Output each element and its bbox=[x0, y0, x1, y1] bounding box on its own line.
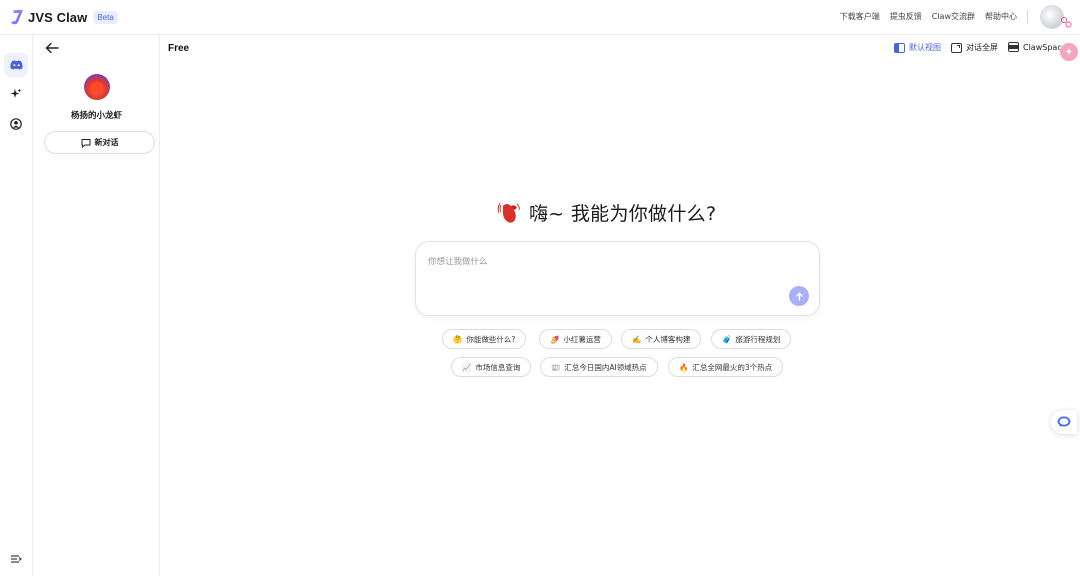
suggestion-chip[interactable]: 📈 市场信息查询 bbox=[451, 357, 532, 377]
new-chat-label: 新对话 bbox=[94, 138, 119, 147]
discord-icon bbox=[9, 60, 23, 70]
send-button[interactable] bbox=[789, 286, 809, 306]
chip-label: 汇总今日国内AI领域热点 bbox=[564, 362, 647, 372]
rail-item-skills[interactable] bbox=[4, 82, 28, 106]
luggage-icon: 🧳 bbox=[722, 334, 732, 344]
header-divider bbox=[1027, 10, 1028, 24]
default-view-label: 默认视图 bbox=[909, 43, 941, 52]
rail-item-profile[interactable] bbox=[4, 112, 28, 136]
new-chat-button[interactable]: 新对话 bbox=[44, 131, 155, 154]
suggestion-chip[interactable]: 🤔 你能做些什么? bbox=[442, 329, 527, 349]
back-arrow-icon[interactable] bbox=[44, 41, 60, 55]
user-circle-icon bbox=[10, 118, 22, 130]
rail-item-agents[interactable] bbox=[4, 53, 28, 77]
default-view-button[interactable]: 默认视图 bbox=[894, 42, 941, 53]
collapse-icon[interactable] bbox=[9, 552, 23, 566]
suggestion-chip[interactable]: 📰 汇总今日国内AI领域热点 bbox=[540, 357, 658, 377]
top-header: JVS Claw Beta 下载客户端 提虫反馈 Claw交流群 帮助中心 bbox=[0, 0, 1080, 35]
chart-increasing-icon: 📈 bbox=[462, 362, 472, 372]
chip-label: 汇总全网最火的3个热点 bbox=[692, 362, 773, 372]
logo[interactable]: JVS Claw Beta bbox=[10, 9, 118, 25]
suggestion-chip[interactable]: 🍠 小红薯运营 bbox=[539, 329, 612, 349]
greeting-text: 嗨~ 我能为你做什么? bbox=[529, 203, 717, 225]
composer bbox=[415, 241, 820, 316]
chip-label: 小红薯运营 bbox=[563, 334, 601, 344]
chip-label: 你能做些什么? bbox=[466, 334, 516, 344]
fire-icon: 🔥 bbox=[679, 362, 689, 372]
brand-name: JVS Claw bbox=[28, 9, 88, 25]
suggestion-chip[interactable]: 🧳 旅游行程规划 bbox=[711, 329, 792, 349]
plan-label: Free bbox=[168, 43, 190, 54]
fullscreen-chat-label: 对话全屏 bbox=[966, 43, 998, 52]
beta-badge: Beta bbox=[93, 10, 118, 24]
thinking-emoji-icon: 🤔 bbox=[453, 334, 463, 344]
chip-label: 旅游行程规划 bbox=[735, 334, 781, 344]
top-links: 下载客户端 提虫反馈 Claw交流群 帮助中心 bbox=[840, 11, 1017, 22]
newspaper-icon: 📰 bbox=[551, 362, 561, 372]
floating-help-button[interactable] bbox=[1051, 410, 1077, 434]
clawspace-button[interactable]: ClawSpace bbox=[1008, 42, 1067, 52]
conversation-panel: 杨扬的小龙虾 新对话 bbox=[33, 35, 160, 576]
jvs-logo-icon bbox=[11, 10, 23, 25]
chip-label: 个人博客构建 bbox=[645, 334, 691, 344]
suggestion-chip[interactable]: 🔥 汇总全网最火的3个热点 bbox=[668, 357, 784, 377]
sweet-potato-icon: 🍠 bbox=[550, 334, 560, 344]
agent-avatar bbox=[84, 74, 110, 100]
download-client-link[interactable]: 下载客户端 bbox=[840, 11, 880, 22]
suggestion-chip[interactable]: ✍️ 个人博客构建 bbox=[621, 329, 702, 349]
lobster-claw-icon bbox=[497, 202, 520, 223]
main-area: Free 默认视图 对话全屏 ClawSpace ✦ 嗨~ 我能为你做什么? 🤔… bbox=[160, 35, 1080, 576]
community-group-link[interactable]: Claw交流群 bbox=[932, 11, 975, 22]
bug-feedback-link[interactable]: 提虫反馈 bbox=[890, 11, 922, 22]
new-chat-icon bbox=[81, 138, 90, 148]
avatar-status-icon bbox=[1061, 17, 1072, 28]
left-rail bbox=[0, 35, 33, 576]
chat-bubble-icon bbox=[1057, 416, 1071, 427]
fullscreen-icon bbox=[951, 42, 962, 53]
chip-label: 市场信息查询 bbox=[475, 362, 521, 372]
help-center-link[interactable]: 帮助中心 bbox=[985, 11, 1017, 22]
agent-name: 杨扬的小龙虾 bbox=[70, 111, 122, 121]
writing-hand-icon: ✍️ bbox=[632, 334, 642, 344]
arrow-up-icon bbox=[795, 291, 803, 301]
greeting: 嗨~ 我能为你做什么? bbox=[497, 199, 716, 226]
clawspace-icon bbox=[1008, 42, 1019, 52]
assistant-fab-icon[interactable]: ✦ bbox=[1060, 43, 1078, 61]
default-view-icon bbox=[894, 42, 905, 53]
fullscreen-chat-button[interactable]: 对话全屏 bbox=[951, 42, 998, 53]
sparkle-icon bbox=[10, 88, 22, 98]
prompt-input[interactable] bbox=[428, 257, 788, 267]
